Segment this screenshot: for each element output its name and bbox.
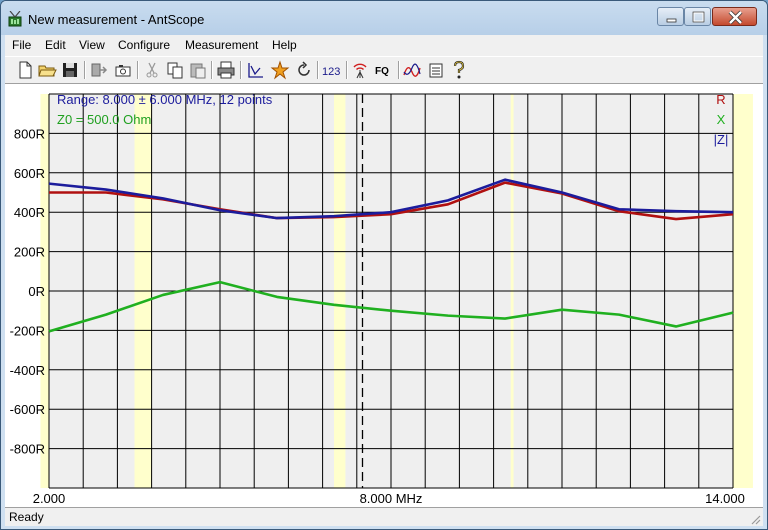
frequency-button[interactable]: FQ [373, 60, 395, 80]
frequency-label: FQ [375, 66, 389, 77]
cut-icon [146, 62, 158, 78]
y-tick-label: -600R [10, 402, 45, 417]
camera-icon [115, 65, 131, 77]
help-icon [453, 60, 465, 79]
y-tick-label: -800R [10, 442, 45, 457]
z0-info-text: Z0 = 500.0 Ohm [57, 112, 151, 127]
antenna-icon [353, 63, 367, 79]
chart-area[interactable]: 800R 600R 400R 200R 0R -200R -400R -600R -800R 2… [5, 84, 763, 507]
menu-bar: File Edit View Configure Measurement Hel… [5, 35, 763, 55]
y-tick-label: 800R [14, 126, 45, 141]
impedance-chart[interactable]: 800R 600R 400R 200R 0R -200R -400R -600R -800R 2… [5, 84, 763, 507]
refresh-button[interactable] [294, 60, 314, 80]
legend-entry-x: X [717, 112, 726, 127]
star-icon [270, 60, 290, 80]
toolbar-separator [240, 61, 242, 79]
new-file-button[interactable] [15, 60, 35, 80]
open-button[interactable] [37, 60, 57, 80]
y-tick-label: -200R [10, 323, 45, 338]
paste-button[interactable] [188, 60, 208, 80]
legend-entry-z: |Z| [714, 132, 729, 147]
snapshot-button[interactable] [113, 60, 133, 80]
toolbar-separator [84, 61, 86, 79]
copy-icon [167, 62, 183, 79]
star-button[interactable] [270, 60, 290, 80]
title-bar[interactable]: New measurement - AntScope [1, 1, 767, 35]
number-icon: 123 [322, 66, 340, 78]
minimize-button[interactable] [657, 7, 684, 26]
numbers-label: 123 [322, 66, 340, 78]
close-icon [728, 10, 743, 25]
copy-button[interactable] [165, 60, 185, 80]
chart-icon [248, 63, 263, 78]
menu-edit[interactable]: Edit [45, 38, 66, 52]
toolbar-separator [398, 61, 400, 79]
frequency-icon: FQ [375, 66, 389, 77]
menu-view[interactable]: View [79, 38, 105, 52]
save-icon [63, 63, 77, 77]
numbers-button[interactable]: 123 [320, 60, 344, 80]
menu-configure[interactable]: Configure [118, 38, 170, 52]
paste-icon [190, 63, 206, 79]
app-window: New measurement - AntScope File Edit Vie… [0, 0, 768, 530]
chart-button[interactable] [246, 60, 266, 80]
ham-band-highlight [733, 94, 753, 488]
window-title: New measurement - AntScope [28, 12, 205, 27]
maximize-icon [692, 11, 705, 23]
export-button[interactable] [89, 60, 109, 80]
curves-button[interactable] [402, 60, 422, 80]
y-tick-label: 0R [28, 284, 45, 299]
y-tick-label: 600R [14, 166, 45, 181]
menu-help[interactable]: Help [272, 38, 297, 52]
curves-icon [403, 63, 421, 77]
open-folder-icon [38, 65, 57, 77]
menu-measurement[interactable]: Measurement [185, 38, 258, 52]
minimize-icon [666, 18, 677, 23]
list-button[interactable] [426, 60, 446, 80]
status-text: Ready [9, 510, 44, 524]
menu-file[interactable]: File [12, 38, 31, 52]
range-info-text: Range: 8.000 ± 6.000 MHz, 12 points [57, 92, 273, 107]
x-tick-label: 14.000 [705, 491, 745, 506]
status-bar: Ready [5, 507, 763, 526]
cut-button[interactable] [142, 60, 162, 80]
toolbar: 123 FQ [5, 56, 763, 84]
legend-entry-r: R [716, 92, 725, 107]
antscope-app-icon [7, 10, 23, 27]
print-button[interactable] [216, 60, 236, 80]
help-button[interactable] [449, 60, 469, 80]
antenna-button[interactable] [350, 60, 370, 80]
toolbar-separator [137, 61, 139, 79]
toolbar-separator [211, 61, 213, 79]
x-tick-label: 8.000 MHz [360, 491, 423, 506]
refresh-icon [298, 61, 310, 76]
print-icon [217, 61, 235, 79]
toolbar-separator [346, 61, 348, 79]
x-tick-label: 2.000 [33, 491, 66, 506]
save-button[interactable] [60, 60, 80, 80]
client-area: File Edit View Configure Measurement Hel… [5, 35, 763, 526]
resize-grip-icon[interactable] [749, 513, 761, 525]
new-file-icon [19, 61, 32, 79]
maximize-button[interactable] [684, 7, 711, 26]
close-button[interactable] [712, 7, 757, 26]
y-tick-label: 400R [14, 205, 45, 220]
y-tick-label: 200R [14, 245, 45, 260]
y-tick-label: -400R [10, 363, 45, 378]
toolbar-separator [317, 61, 319, 79]
export-icon [91, 63, 108, 77]
list-icon [429, 63, 443, 78]
